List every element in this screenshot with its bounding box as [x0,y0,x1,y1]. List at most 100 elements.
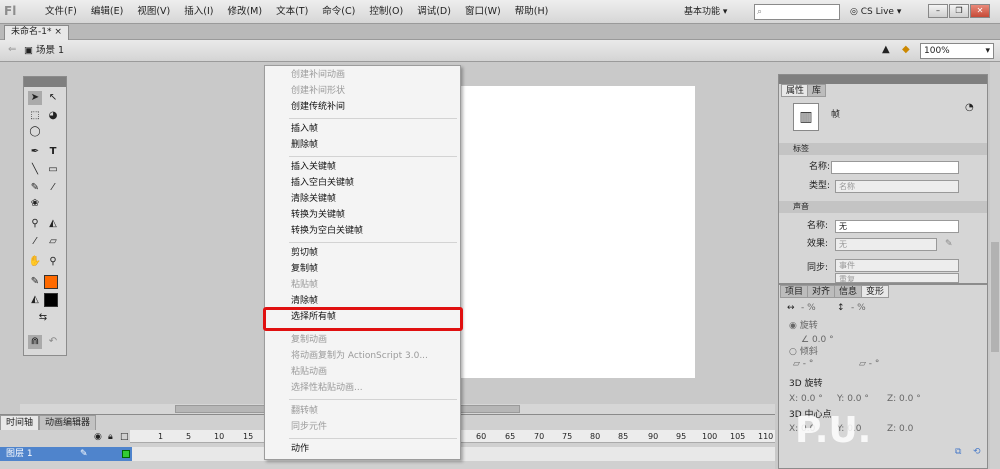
right-scrollbar[interactable] [990,62,1000,469]
scene-breadcrumb[interactable]: ▣ 场景 1 [24,44,64,58]
eye-icon[interactable]: ◉ [94,432,102,442]
3d-rot-z[interactable]: Z: 0.0 ° [887,392,921,406]
menu-item-insert-keyframe[interactable]: 插入关键帧 [265,159,460,175]
bone-tool-icon[interactable]: ⚲ [28,217,42,231]
repeat-select[interactable]: 重复 [835,273,959,284]
menu-item-remove-frames[interactable]: 删除帧 [265,137,460,153]
scrollbar-thumb[interactable] [991,242,999,352]
minimize-icon[interactable]: – [928,4,948,18]
brush-icon[interactable]: ⁄ [46,181,60,195]
back-arrow-icon[interactable]: ⇐ [8,44,16,55]
sync-select[interactable]: 事件 [835,259,959,272]
pen-icon[interactable]: ✒ [28,145,42,159]
deco-tool-icon[interactable]: ❀ [28,197,42,211]
menu-item-copy-motion[interactable]: 复制动画 [265,332,460,348]
menu-item-cut-frames[interactable]: 剪切帧 [265,245,460,261]
document-tab[interactable]: 未命名-1* × [4,25,69,40]
eraser-icon[interactable]: ▱ [46,235,60,249]
eyedropper-icon[interactable]: ⁄ [28,235,42,249]
free-transform-icon[interactable]: ⬚ [28,109,42,123]
reset-transform-icon[interactable]: ⟲ [973,445,981,459]
layer-color-icon[interactable] [122,450,130,458]
menu-debug[interactable]: 调试(D) [410,0,458,24]
menu-item-synchronize-symbols[interactable]: 同步元件 [265,419,460,435]
menu-item-convert-to-blank-keyframe[interactable]: 转换为空白关键帧 [265,223,460,239]
effect-select[interactable]: 无 [835,238,937,251]
menu-item-actions[interactable]: 动作 [265,441,460,457]
duplicate-transform-icon[interactable]: ⧉ [955,445,961,459]
restore-icon[interactable]: ❐ [949,4,969,18]
swap-colors-icon[interactable]: ⇆ [36,311,50,325]
menu-item-paste-motion-special[interactable]: 选择性粘贴动画... [265,380,460,396]
menu-view[interactable]: 视图(V) [130,0,177,24]
zoom-select[interactable]: 100% ▾ [920,43,994,59]
lock-icon[interactable]: 🔒︎ [108,432,113,442]
section-sound[interactable]: 声音 [779,201,987,213]
3d-rot-x[interactable]: X: 0.0 ° [789,392,823,406]
help-icon[interactable]: ◔ [965,101,974,115]
close-icon[interactable]: ✕ [970,4,990,18]
close-tab-icon[interactable]: × [54,27,62,37]
text-tool-icon[interactable]: T [46,145,60,159]
menu-control[interactable]: 控制(O) [362,0,410,24]
menu-item-insert-frame[interactable]: 插入帧 [265,121,460,137]
menu-text[interactable]: 文本(T) [269,0,315,24]
menu-edit[interactable]: 编辑(E) [84,0,130,24]
menu-commands[interactable]: 命令(C) [315,0,362,24]
stroke-color-swatch[interactable] [44,275,58,289]
tab-align[interactable]: 对齐 [807,285,836,298]
skew-h-value[interactable]: ▱ - ° [793,357,813,371]
menu-item-create-shape-tween[interactable]: 创建补间形状 [265,83,460,99]
width-scale-value[interactable]: - % [801,301,816,315]
menu-item-create-motion-tween[interactable]: 创建补间动画 [265,67,460,83]
stage-canvas[interactable] [440,86,695,378]
tab-info[interactable]: 信息 [834,285,863,298]
rotate-radio[interactable]: ◉ 旋转 [789,319,818,333]
line-tool-icon[interactable]: ╲ [28,163,42,177]
snap-magnet-icon[interactable]: ⋒ [28,335,42,349]
lasso-icon[interactable]: ◯ [28,125,42,139]
panel-header[interactable] [779,75,987,84]
menu-item-paste-motion[interactable]: 粘贴动画 [265,364,460,380]
3d-center-z[interactable]: Z: 0.0 [887,422,913,436]
skew-v-value[interactable]: ▱ - ° [859,357,879,371]
fill-color-swatch[interactable] [44,293,58,307]
menu-item-reverse-frames[interactable]: 翻转帧 [265,403,460,419]
cs-live-button[interactable]: ◎ CS Live ▾ [850,5,901,19]
menu-item-copy-motion-as-as3[interactable]: 将动画复制为 ActionScript 3.0... [265,348,460,364]
edit-scene-icon[interactable]: ▲ [882,44,890,55]
menu-file[interactable]: 文件(F) [38,0,84,24]
smooth-icon[interactable]: ↶ [46,335,60,349]
menu-item-paste-frames[interactable]: 粘贴帧 [265,277,460,293]
menu-item-copy-frames[interactable]: 复制帧 [265,261,460,277]
panel-header[interactable] [24,77,66,87]
menu-item-insert-blank-keyframe[interactable]: 插入空白关键帧 [265,175,460,191]
edit-pencil-icon[interactable]: ✎ [945,237,953,251]
search-input[interactable]: ⌕ [754,4,840,20]
type-select[interactable]: 名称 [835,180,959,193]
menu-modify[interactable]: 修改(M) [220,0,269,24]
sound-select[interactable]: 无 [835,220,959,233]
zoom-tool-icon[interactable]: ⚲ [46,255,60,269]
tab-motion-editor[interactable]: 动画编辑器 [39,415,97,430]
height-scale-value[interactable]: - % [851,301,866,315]
tab-properties[interactable]: 属性 [781,84,810,97]
tab-transform[interactable]: 变形 [861,285,890,298]
tab-project[interactable]: 项目 [780,285,809,298]
tab-library[interactable]: 库 [807,84,827,97]
workspace-switcher[interactable]: 基本功能 ▾ [684,5,727,19]
tab-timeline[interactable]: 时间轴 [0,415,40,430]
frame-name-input[interactable] [831,161,959,174]
menu-item-convert-to-keyframe[interactable]: 转换为关键帧 [265,207,460,223]
outline-icon[interactable]: □ [120,432,129,442]
3d-rot-y[interactable]: Y: 0.0 ° [837,392,869,406]
subselect-tool-icon[interactable]: ↖ [46,91,60,105]
menu-window[interactable]: 窗口(W) [458,0,508,24]
rectangle-tool-icon[interactable]: ▭ [46,163,60,177]
hand-tool-icon[interactable]: ✋ [28,255,42,269]
menu-item-create-classic-tween[interactable]: 创建传统补间 [265,99,460,115]
section-label[interactable]: 标签 [779,143,987,155]
menu-help[interactable]: 帮助(H) [508,0,556,24]
menu-insert[interactable]: 插入(I) [177,0,220,24]
layer-name[interactable]: 图层 1 [6,447,33,461]
